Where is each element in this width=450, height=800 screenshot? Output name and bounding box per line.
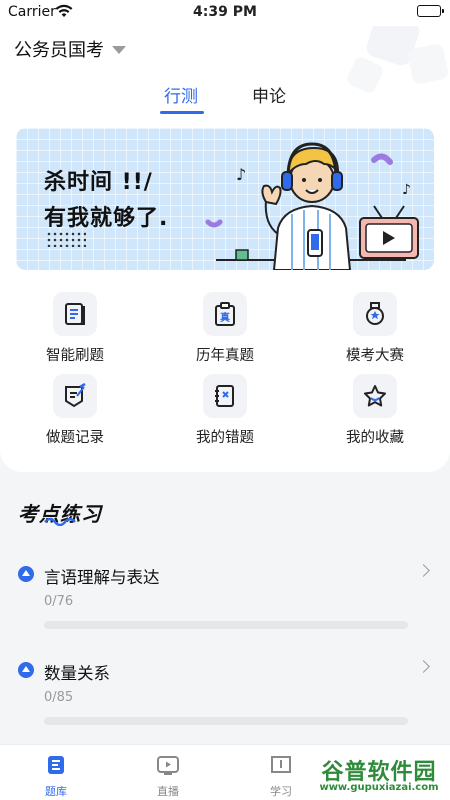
- banner-illustration: ♪ ♪: [205, 142, 419, 270]
- exam-title: 公务员国考: [14, 40, 104, 61]
- tabbar-label: 直播: [157, 785, 179, 798]
- status-bar: Carrier 4:39 PM: [0, 0, 450, 26]
- feature-label: 做题记录: [46, 430, 104, 446]
- feature-label: 我的收藏: [346, 430, 404, 446]
- svg-text:♪: ♪: [236, 165, 246, 184]
- medal-icon: [353, 292, 397, 336]
- practice-count: 0/85: [44, 690, 74, 705]
- feature-past-exams[interactable]: 真 历年真题: [170, 292, 280, 365]
- feature-label: 我的错题: [196, 430, 254, 446]
- practice-name: 言语理解与表达: [44, 568, 160, 587]
- section-title-underline: [44, 517, 76, 526]
- practice-name: 数量关系: [44, 664, 110, 683]
- subject-tabs: 行测 申论: [0, 82, 450, 116]
- feature-label: 模考大赛: [346, 348, 404, 364]
- chevron-right-icon: [417, 660, 430, 673]
- practice-count: 0/76: [44, 594, 74, 609]
- clock: 4:39 PM: [193, 4, 257, 20]
- tabbar-study[interactable]: 学习: [251, 753, 311, 799]
- tabbar-question-bank[interactable]: 题库: [26, 753, 86, 799]
- live-tv-icon: [157, 756, 179, 775]
- tab-shenlun[interactable]: 申论: [252, 82, 286, 107]
- question-bank-icon: [48, 756, 64, 774]
- tabbar-label: 学习: [270, 785, 292, 798]
- expand-icon[interactable]: [18, 566, 34, 582]
- feature-mock-contest[interactable]: 模考大赛: [320, 292, 430, 365]
- watermark-url: www.gupuxiazai.com: [319, 782, 439, 793]
- battery-icon: [417, 5, 444, 17]
- expand-icon[interactable]: [18, 662, 34, 678]
- watermark: 谷普软件园 www.gupuxiazai.com: [310, 752, 448, 798]
- tabbar-live[interactable]: 直播: [138, 753, 198, 799]
- notebook-icon: [203, 374, 247, 418]
- feature-label: 历年真题: [196, 348, 254, 364]
- feature-label: 智能刷题: [46, 348, 104, 364]
- top-card: 公务员国考 行测 申论 杀时间 !!/ 有我就够了. ♪ ♪ 智能刷题 真 历年…: [0, 26, 450, 472]
- clipboard-icon: 真: [203, 292, 247, 336]
- clipboard-char: 真: [220, 311, 230, 324]
- chevron-right-icon: [417, 564, 430, 577]
- tab-xingce[interactable]: 行测: [164, 82, 198, 107]
- star-icon: [353, 374, 397, 418]
- dot-pattern: [46, 231, 86, 247]
- exam-selector[interactable]: 公务员国考: [14, 36, 126, 62]
- feature-favorites[interactable]: 我的收藏: [320, 374, 430, 447]
- feature-wrong-answers[interactable]: 我的错题: [170, 374, 280, 447]
- banner-line1: 杀时间 !!/: [44, 170, 153, 195]
- edit-note-icon: [53, 374, 97, 418]
- feature-smart-practice[interactable]: 智能刷题: [20, 292, 130, 365]
- svg-text:♪: ♪: [402, 182, 411, 198]
- banner-line2: 有我就够了.: [44, 206, 169, 231]
- tabbar-label: 题库: [45, 785, 67, 798]
- progress-bar: [44, 621, 408, 629]
- feature-history[interactable]: 做题记录: [20, 374, 130, 447]
- active-tab-indicator: [160, 111, 204, 114]
- book-icon: [53, 292, 97, 336]
- progress-bar: [44, 717, 408, 725]
- promo-banner[interactable]: 杀时间 !!/ 有我就够了. ♪ ♪: [16, 128, 434, 270]
- study-book-icon: [271, 756, 291, 773]
- caret-down-icon: [112, 46, 126, 54]
